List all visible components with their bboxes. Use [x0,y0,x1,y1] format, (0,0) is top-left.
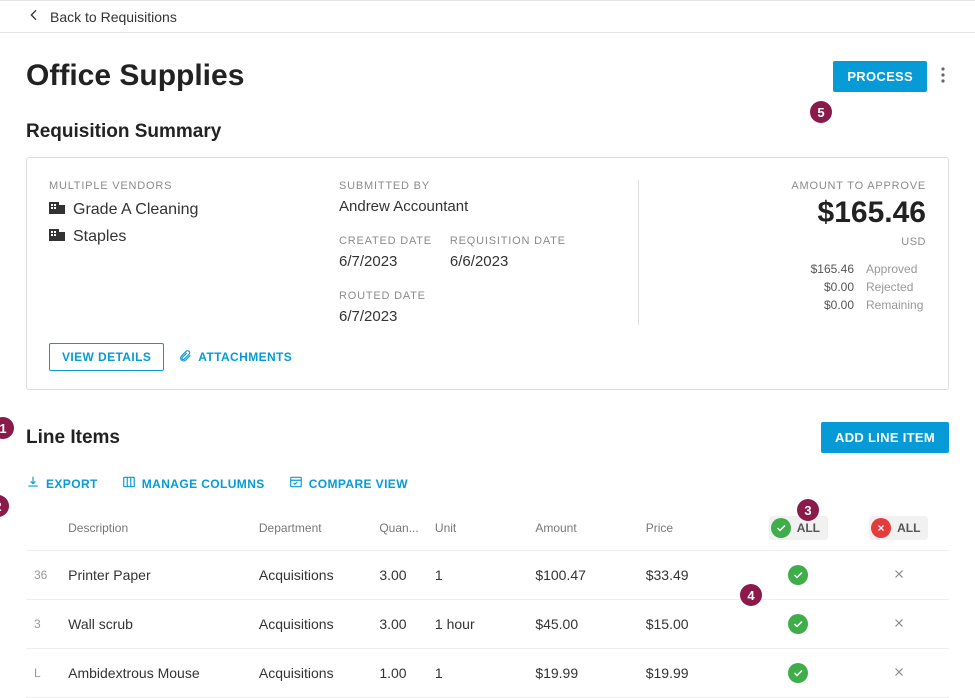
cell-quantity: 1.00 [371,649,427,698]
cell-price: $33.49 [638,551,748,600]
attachments-label: ATTACHMENTS [198,350,292,364]
callout-3: 3 [797,499,819,521]
cell-description: Ambidextrous Mouse [60,649,251,698]
cell-department: Acquisitions [251,600,371,649]
cell-description: Wall scrub [60,600,251,649]
approve-row-button[interactable] [788,565,808,585]
x-circle-icon [871,518,891,538]
cell-unit: 1 [427,551,527,600]
reject-all-button[interactable]: ALL [869,516,928,540]
vendor-row: Staples [49,227,309,246]
manage-columns-label: MANAGE COLUMNS [142,477,265,491]
approve-row-button[interactable] [788,663,808,683]
cell-quantity: 3.00 [371,600,427,649]
vendor-name: Staples [73,228,126,246]
vendor-name: Grade A Cleaning [73,201,198,219]
currency-label: USD [666,236,926,248]
summary-card: MULTIPLE VENDORS Grade A Cleaning Staple… [26,157,949,390]
requisition-date-label: REQUISITION DATE [450,235,566,247]
created-date-label: CREATED DATE [339,235,432,247]
cell-department: Acquisitions [251,649,371,698]
col-header-quantity[interactable]: Quan... [371,506,427,551]
export-label: EXPORT [46,477,98,491]
cell-amount: $45.00 [527,600,637,649]
breakdown-label: Rejected [866,280,926,294]
cell-unit: 1 [427,649,527,698]
col-header-price[interactable]: Price [638,506,748,551]
vendor-row: Grade A Cleaning [49,200,309,219]
requisition-summary-heading: Requisition Summary [26,121,949,143]
callout-1: 1 [0,417,14,439]
back-label: Back to Requisitions [50,9,177,25]
cell-id: 36 [26,551,60,600]
cell-amount: $19.99 [527,649,637,698]
cell-price: $15.00 [638,600,748,649]
compare-icon [289,475,303,492]
building-icon [49,227,65,246]
cell-id: 3 [26,600,60,649]
back-to-requisitions-link[interactable]: Back to Requisitions [26,7,177,26]
col-header-amount[interactable]: Amount [527,506,637,551]
callout-5: 5 [810,101,832,123]
col-header-department[interactable]: Department [251,506,371,551]
col-header-unit[interactable]: Unit [427,506,527,551]
manage-columns-link[interactable]: MANAGE COLUMNS [122,475,265,492]
line-items-table: Description Department Quan... Unit Amou… [26,506,949,698]
breakdown-amount: $0.00 [794,280,854,294]
building-icon [49,200,65,219]
cell-amount: $100.47 [527,551,637,600]
approve-all-label: ALL [797,521,820,535]
cell-unit: 1 hour [427,600,527,649]
cell-price: $19.99 [638,649,748,698]
col-header-description[interactable]: Description [60,506,251,551]
view-details-button[interactable]: VIEW DETAILS [49,343,164,371]
attachments-link[interactable]: ATTACHMENTS [178,349,292,366]
add-line-item-button[interactable]: ADD LINE ITEM [821,422,949,453]
cell-description: Printer Paper [60,551,251,600]
download-icon [26,475,40,492]
divider [638,180,639,325]
submitted-by-label: SUBMITTED BY [339,180,609,192]
breakdown-label: Remaining [866,298,926,312]
line-items-heading: Line Items [26,427,120,449]
routed-date-label: ROUTED DATE [339,290,609,302]
arrow-left-icon [26,7,42,26]
reject-all-label: ALL [897,521,920,535]
breakdown-amount: $165.46 [794,262,854,276]
export-link[interactable]: EXPORT [26,475,98,492]
page-title: Office Supplies [26,59,244,93]
process-button[interactable]: PROCESS [833,61,927,92]
table-row: 3Wall scrubAcquisitions3.001 hour$45.00$… [26,600,949,649]
columns-icon [122,475,136,492]
more-options-icon[interactable] [937,63,949,90]
table-row: 36Printer PaperAcquisitions3.001$100.47$… [26,551,949,600]
compare-view-link[interactable]: COMPARE VIEW [289,475,408,492]
breakdown-label: Approved [866,262,926,276]
paperclip-icon [178,349,192,366]
approve-row-button[interactable] [788,614,808,634]
cell-department: Acquisitions [251,551,371,600]
created-date-value: 6/7/2023 [339,253,432,270]
reject-row-button[interactable] [892,616,906,630]
compare-view-label: COMPARE VIEW [309,477,408,491]
reject-row-button[interactable] [892,665,906,679]
callout-4: 4 [740,584,762,606]
table-row: LAmbidextrous MouseAcquisitions1.001$19.… [26,649,949,698]
reject-row-button[interactable] [892,567,906,581]
cell-id: L [26,649,60,698]
breakdown-amount: $0.00 [794,298,854,312]
check-circle-icon [771,518,791,538]
routed-date-value: 6/7/2023 [339,308,609,325]
submitted-by-value: Andrew Accountant [339,198,609,215]
requisition-date-value: 6/6/2023 [450,253,566,270]
cell-quantity: 3.00 [371,551,427,600]
approve-all-button[interactable]: ALL [769,516,828,540]
amount-to-approve-label: AMOUNT TO APPROVE [666,180,926,192]
vendors-label: MULTIPLE VENDORS [49,180,309,192]
callout-2: 2 [0,495,9,517]
amount-to-approve-value: $165.46 [666,196,926,230]
